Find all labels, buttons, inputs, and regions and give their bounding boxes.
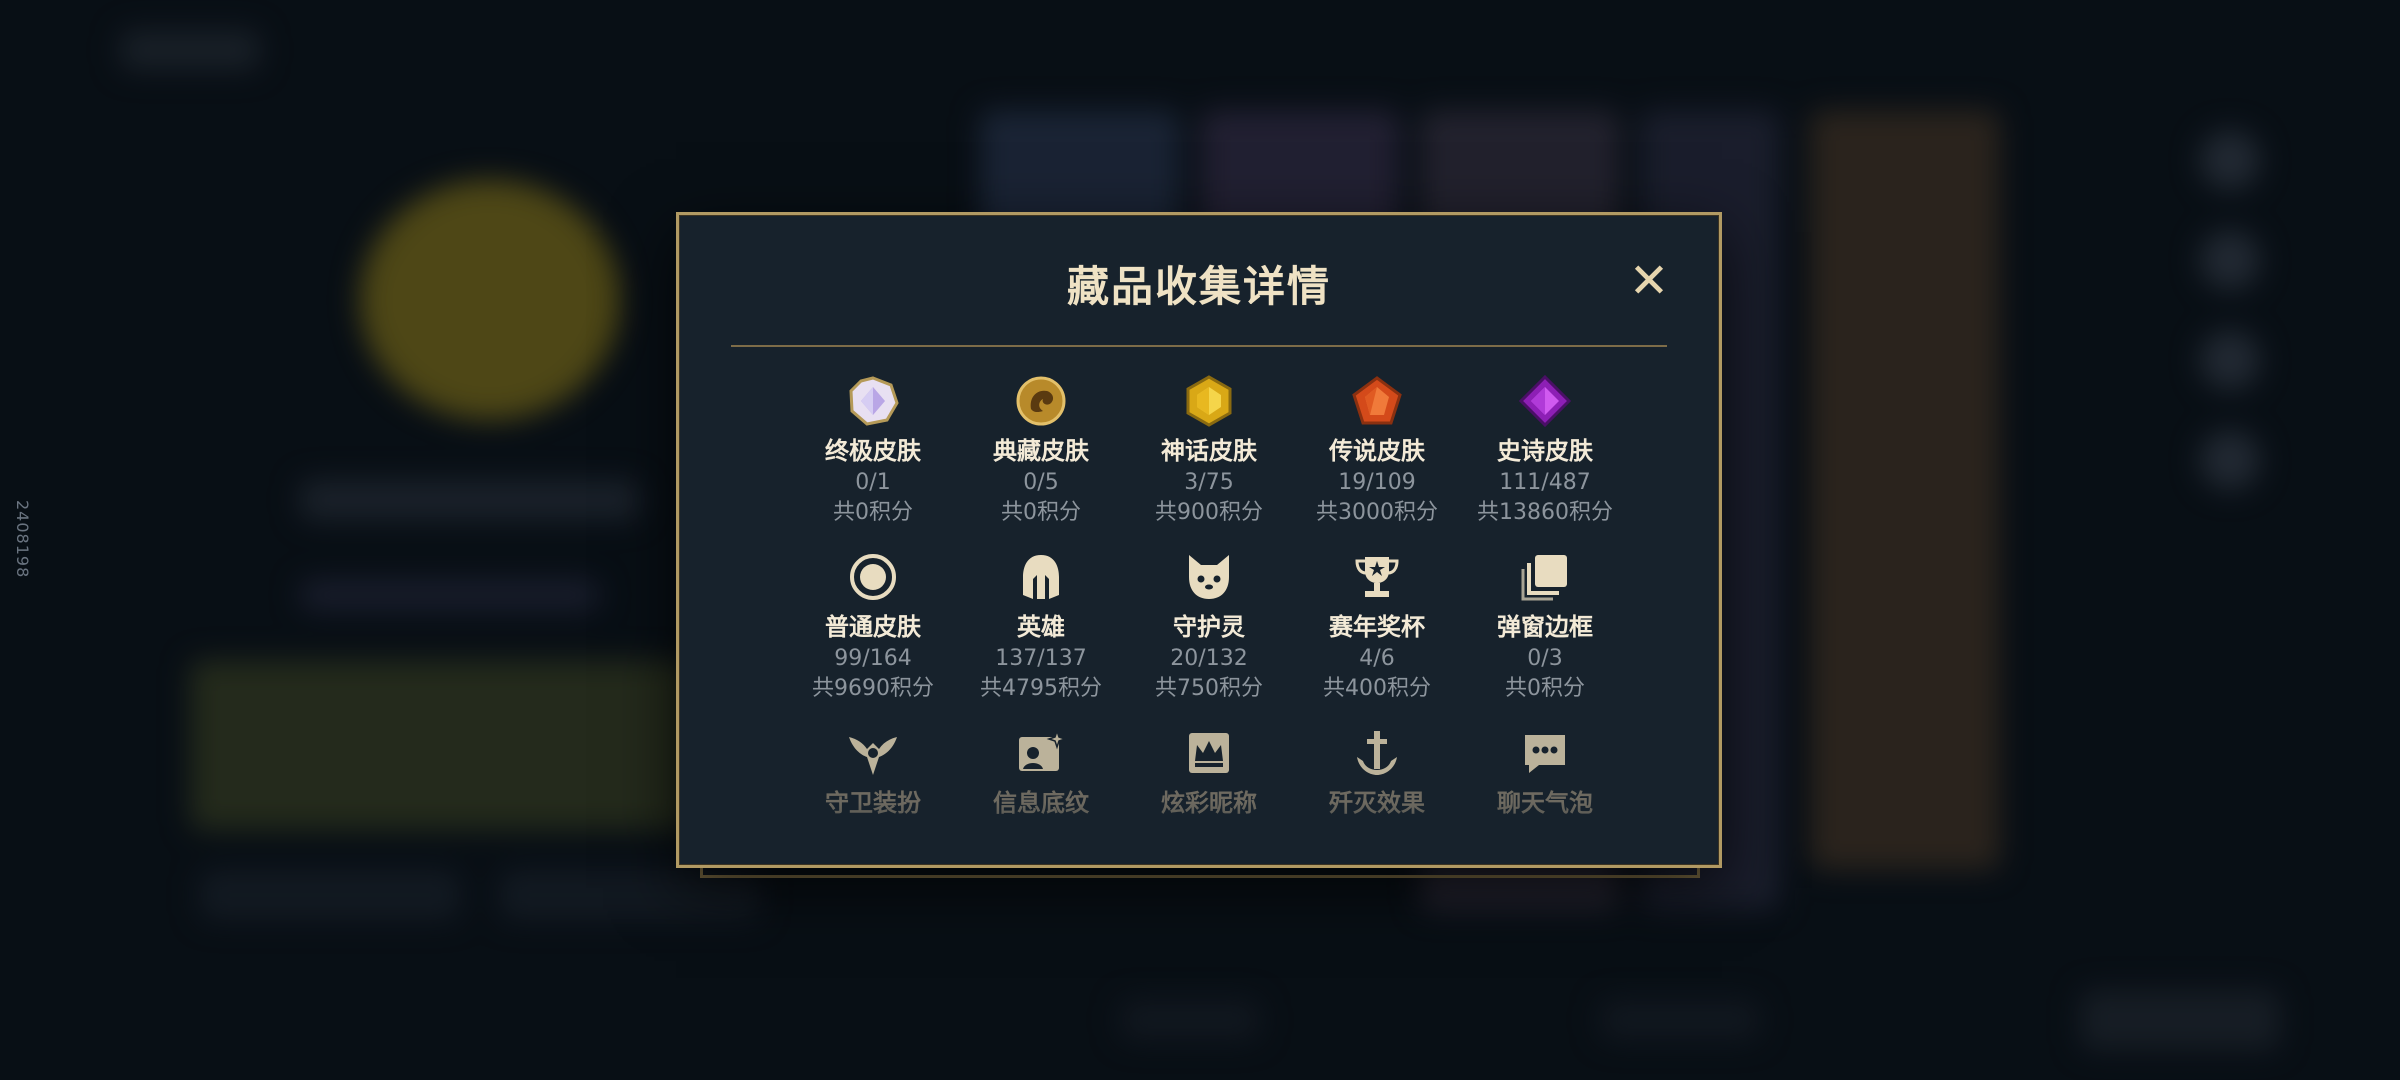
item-points: 共900积分 [1155,500,1263,525]
item-name: 神话皮肤 [1161,437,1257,465]
frame-icon [1519,551,1571,603]
item-name: 聊天气泡 [1497,789,1593,817]
item-count: 0/5 [1023,470,1059,495]
item-name: 史诗皮肤 [1497,437,1593,465]
item-points: 共3000积分 [1316,500,1438,525]
crown-card-icon [1183,727,1235,779]
side-label: 2408198 [13,500,32,579]
ultimate-gem-icon [847,375,899,427]
item-count: 0/1 [855,470,891,495]
item-points: 共750积分 [1155,676,1263,701]
helmet-icon [1015,551,1067,603]
item-points: 共13860积分 [1477,500,1613,525]
chat-bubble-icon [1519,727,1571,779]
item-name: 守护灵 [1173,613,1245,641]
item-name: 赛年奖杯 [1329,613,1425,641]
item-points: 共0积分 [1505,676,1585,701]
collection-item-prestige-skin[interactable]: 典藏皮肤 0/5 共0积分 [957,375,1125,527]
item-points: 共9690积分 [812,676,934,701]
item-count: 20/132 [1170,646,1248,671]
collection-item-colorful-nickname[interactable]: 炫彩昵称 [1125,727,1293,817]
collection-item-epic-skin[interactable]: 史诗皮肤 111/487 共13860积分 [1461,375,1629,527]
collection-item-kill-effect[interactable]: 歼灭效果 [1293,727,1461,817]
item-count: 99/164 [834,646,912,671]
item-count: 3/75 [1184,470,1234,495]
close-button[interactable]: ✕ [1625,257,1673,305]
item-points: 共0积分 [1001,500,1081,525]
collection-item-champion[interactable]: 英雄 137/137 共4795积分 [957,551,1125,703]
collection-item-ward-skin[interactable]: 守卫装扮 [789,727,957,817]
anchor-sword-icon [1351,727,1403,779]
collection-item-legendary-skin[interactable]: 传说皮肤 19/109 共3000积分 [1293,375,1461,527]
item-count: 19/109 [1338,470,1416,495]
mythic-gem-icon [1183,375,1235,427]
item-points: 共4795积分 [980,676,1102,701]
item-count: 4/6 [1359,646,1395,671]
collection-item-guardian[interactable]: 守护灵 20/132 共750积分 [1125,551,1293,703]
collection-item-normal-skin[interactable]: 普通皮肤 99/164 共9690积分 [789,551,957,703]
item-count: 111/487 [1499,470,1591,495]
item-name: 英雄 [1017,613,1065,641]
ring-icon [847,551,899,603]
collection-item-popup-frame[interactable]: 弹窗边框 0/3 共0积分 [1461,551,1629,703]
collection-grid: 终极皮肤 0/1 共0积分 典藏皮肤 0/5 共0积分 神话皮肤 3/75 共9… [789,375,1629,817]
collection-item-info-banner[interactable]: 信息底纹 [957,727,1125,817]
banner-icon [1015,727,1067,779]
dragon-emblem-icon [1015,375,1067,427]
ward-icon [847,727,899,779]
collection-details-dialog: 藏品收集详情 ✕ 终极皮肤 0/1 共0积分 典藏皮肤 0/5 共0积分 神话皮… [676,212,1722,868]
trophy-icon [1351,551,1403,603]
item-name: 典藏皮肤 [993,437,1089,465]
item-name: 传说皮肤 [1329,437,1425,465]
item-name: 炫彩昵称 [1161,789,1257,817]
item-name: 终极皮肤 [825,437,921,465]
item-points: 共0积分 [833,500,913,525]
item-name: 信息底纹 [993,789,1089,817]
collection-item-mythic-skin[interactable]: 神话皮肤 3/75 共900积分 [1125,375,1293,527]
collection-item-ultimate-skin[interactable]: 终极皮肤 0/1 共0积分 [789,375,957,527]
item-name: 守卫装扮 [825,789,921,817]
title-divider [731,345,1667,347]
legendary-gem-icon [1351,375,1403,427]
item-count: 137/137 [995,646,1087,671]
epic-gem-icon [1519,375,1571,427]
collection-item-chat-bubble[interactable]: 聊天气泡 [1461,727,1629,817]
item-count: 0/3 [1527,646,1563,671]
guardian-icon [1183,551,1235,603]
item-name: 普通皮肤 [825,613,921,641]
item-points: 共400积分 [1323,676,1431,701]
dialog-title: 藏品收集详情 [1066,262,1331,311]
item-name: 歼灭效果 [1329,789,1425,817]
item-name: 弹窗边框 [1497,613,1593,641]
collection-item-season-trophy[interactable]: 赛年奖杯 4/6 共400积分 [1293,551,1461,703]
